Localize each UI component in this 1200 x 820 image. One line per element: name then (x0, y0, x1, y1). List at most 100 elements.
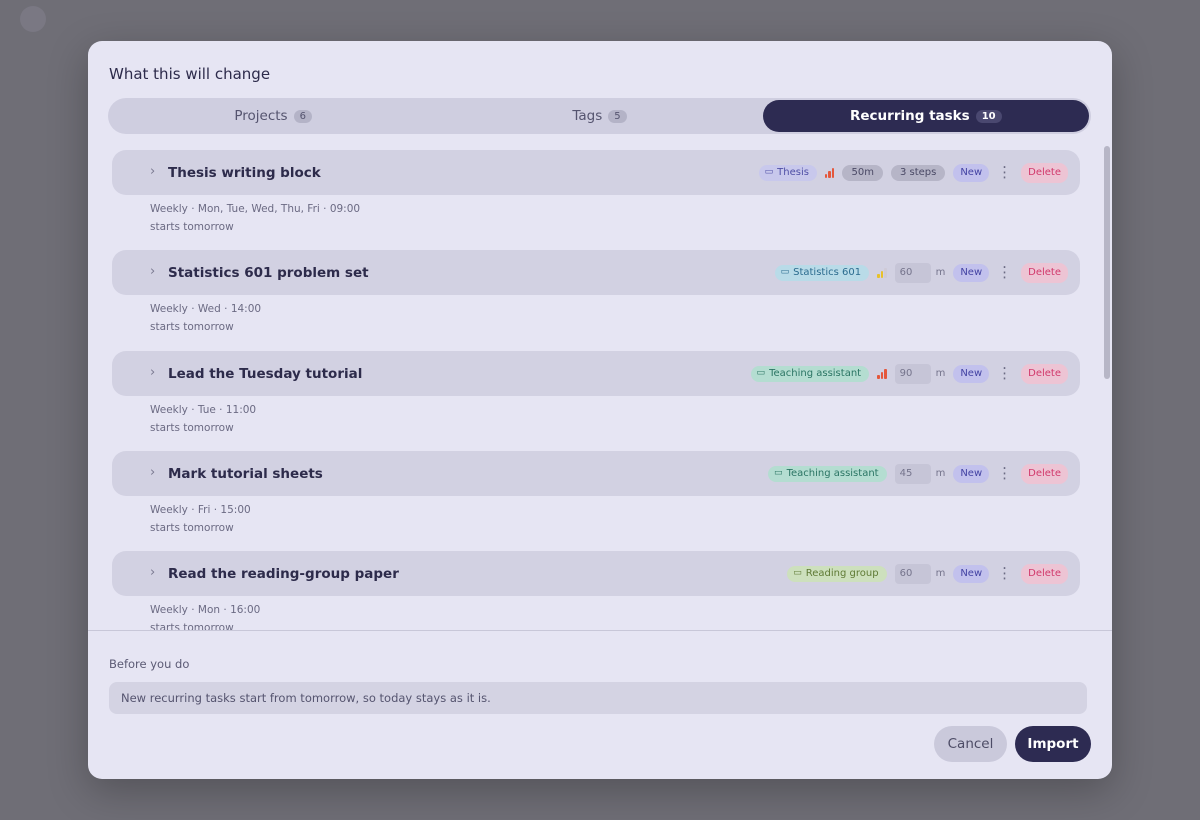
task-meta: Weekly · Wed · 14:00 starts tomorrow (150, 301, 1080, 336)
folder-icon: ▭ (756, 368, 766, 378)
task-item: › Lead the Tuesday tutorial ▭ Teaching a… (112, 351, 1080, 437)
delete-button[interactable]: Delete (1021, 463, 1068, 484)
task-attributes: ▭ Reading group 60 m New ⋮ Delete (787, 563, 1068, 584)
before-you-do-label: Before you do (109, 657, 190, 671)
schedule-text: Weekly · Tue · 11:00 (150, 404, 257, 416)
chevron-right-icon[interactable]: › (150, 565, 155, 580)
duration-input[interactable]: 90 (894, 363, 931, 384)
project-label: Teaching assistant (786, 468, 879, 479)
project-label: Statistics 601 (793, 267, 862, 278)
project-label: Thesis (777, 167, 809, 178)
dialog-title: What this will change (109, 65, 271, 83)
tab-count-badge: 10 (975, 109, 1002, 123)
more-options-icon[interactable]: ⋮ (997, 566, 1012, 581)
background-app-icon (20, 6, 46, 32)
more-options-icon[interactable]: ⋮ (997, 466, 1012, 481)
delete-button[interactable]: Delete (1021, 262, 1068, 283)
schedule-text: Weekly · Wed · 14:00 (150, 303, 262, 315)
status-badge: New (953, 464, 990, 483)
steps-pill: 3 steps (890, 164, 946, 181)
tab-count-badge: 6 (293, 109, 312, 123)
task-name: Statistics 601 problem set (168, 264, 369, 281)
task-attributes: ▭ Teaching assistant 90 m New ⋮ Delete (750, 363, 1068, 384)
import-button[interactable]: Import (1015, 726, 1091, 762)
project-chip: ▭ Teaching assistant (750, 365, 870, 382)
tab-projects[interactable]: Projects 6 (110, 100, 436, 132)
duration-unit: m (935, 267, 946, 278)
task-item: › Statistics 601 problem set ▭ Statistic… (112, 250, 1080, 336)
cancel-button[interactable]: Cancel (934, 726, 1007, 762)
project-chip: ▭ Statistics 601 (774, 264, 870, 281)
tab-recurring-tasks[interactable]: Recurring tasks 10 (762, 100, 1089, 132)
duration-input[interactable]: 60 (894, 262, 931, 283)
task-row[interactable]: › Mark tutorial sheets ▭ Teaching assist… (112, 451, 1080, 496)
task-meta: Weekly · Mon · 16:00 starts tomorrow (150, 602, 1080, 631)
task-name: Read the reading-group paper (168, 565, 399, 582)
start-text: starts tomorrow (150, 421, 234, 434)
task-attributes: ▭ Statistics 601 60 m New ⋮ Delete (774, 262, 1068, 283)
task-item: › Read the reading-group paper ▭ Reading… (112, 551, 1080, 631)
tab-label: Recurring tasks (850, 108, 970, 124)
start-text: starts tomorrow (150, 320, 234, 333)
start-text: starts tomorrow (150, 220, 234, 233)
duration-unit: m (935, 568, 946, 579)
status-badge: New (953, 163, 990, 182)
more-options-icon[interactable]: ⋮ (997, 165, 1012, 180)
chevron-right-icon[interactable]: › (150, 365, 155, 380)
project-chip: ▭ Thesis (758, 164, 817, 181)
delete-button[interactable]: Delete (1021, 563, 1068, 584)
info-notice: New recurring tasks start from tomorrow,… (109, 682, 1087, 714)
schedule-text: Weekly · Mon, Tue, Wed, Thu, Fri · 09:00 (150, 203, 361, 215)
duration-unit: m (935, 468, 946, 479)
footer-divider (88, 630, 1112, 631)
project-chip: ▭ Reading group (787, 565, 887, 582)
folder-icon: ▭ (793, 568, 802, 578)
task-row[interactable]: › Thesis writing block ▭ Thesis 50m 3 st… (112, 150, 1080, 195)
folder-icon: ▭ (764, 167, 774, 177)
delete-button[interactable]: Delete (1021, 162, 1068, 183)
duration-input[interactable]: 45 (894, 463, 931, 484)
task-row[interactable]: › Statistics 601 problem set ▭ Statistic… (112, 250, 1080, 295)
priority-high-icon (824, 167, 835, 178)
schedule-text: Weekly · Fri · 15:00 (150, 504, 251, 516)
status-badge: New (953, 564, 990, 583)
chevron-right-icon[interactable]: › (150, 164, 155, 179)
task-item: › Mark tutorial sheets ▭ Teaching assist… (112, 451, 1080, 537)
chevron-right-icon[interactable]: › (150, 465, 155, 480)
import-preview-dialog: What this will change Projects 6 Tags 5 … (88, 41, 1112, 779)
tab-label: Projects (234, 108, 288, 124)
duration-input[interactable]: 60 (894, 563, 931, 584)
task-meta: Weekly · Mon, Tue, Wed, Thu, Fri · 09:00… (150, 201, 1080, 236)
folder-icon: ▭ (774, 468, 783, 478)
tab-count-badge: 5 (608, 109, 627, 123)
project-label: Teaching assistant (769, 368, 862, 379)
recurring-task-list[interactable]: › Thesis writing block ▭ Thesis 50m 3 st… (88, 141, 1112, 631)
task-attributes: ▭ Thesis 50m 3 steps New ⋮ Delete (758, 162, 1068, 183)
task-meta: Weekly · Fri · 15:00 starts tomorrow (150, 502, 1080, 537)
start-text: starts tomorrow (150, 521, 234, 534)
priority-high-icon (877, 368, 887, 379)
list-scrollbar[interactable] (1104, 146, 1110, 379)
project-chip: ▭ Teaching assistant (768, 465, 887, 482)
task-row[interactable]: › Lead the Tuesday tutorial ▭ Teaching a… (112, 351, 1080, 396)
more-options-icon[interactable]: ⋮ (997, 366, 1012, 381)
duration-unit: m (935, 368, 946, 379)
schedule-text: Weekly · Mon · 16:00 (150, 604, 261, 616)
priority-medium-icon (877, 267, 887, 278)
tab-label: Tags (572, 108, 603, 124)
task-name: Lead the Tuesday tutorial (168, 365, 363, 382)
project-label: Reading group (805, 568, 879, 579)
tab-tags[interactable]: Tags 5 (436, 100, 762, 132)
status-badge: New (953, 364, 990, 383)
task-item: › Thesis writing block ▭ Thesis 50m 3 st… (112, 150, 1080, 236)
more-options-icon[interactable]: ⋮ (997, 265, 1012, 280)
task-attributes: ▭ Teaching assistant 45 m New ⋮ Delete (768, 463, 1068, 484)
tab-bar: Projects 6 Tags 5 Recurring tasks 10 (108, 98, 1091, 134)
status-badge: New (953, 263, 990, 282)
delete-button[interactable]: Delete (1021, 363, 1068, 384)
task-name: Mark tutorial sheets (168, 465, 323, 482)
task-meta: Weekly · Tue · 11:00 starts tomorrow (150, 402, 1080, 437)
chevron-right-icon[interactable]: › (150, 264, 155, 279)
task-row[interactable]: › Read the reading-group paper ▭ Reading… (112, 551, 1080, 596)
task-name: Thesis writing block (168, 164, 321, 181)
